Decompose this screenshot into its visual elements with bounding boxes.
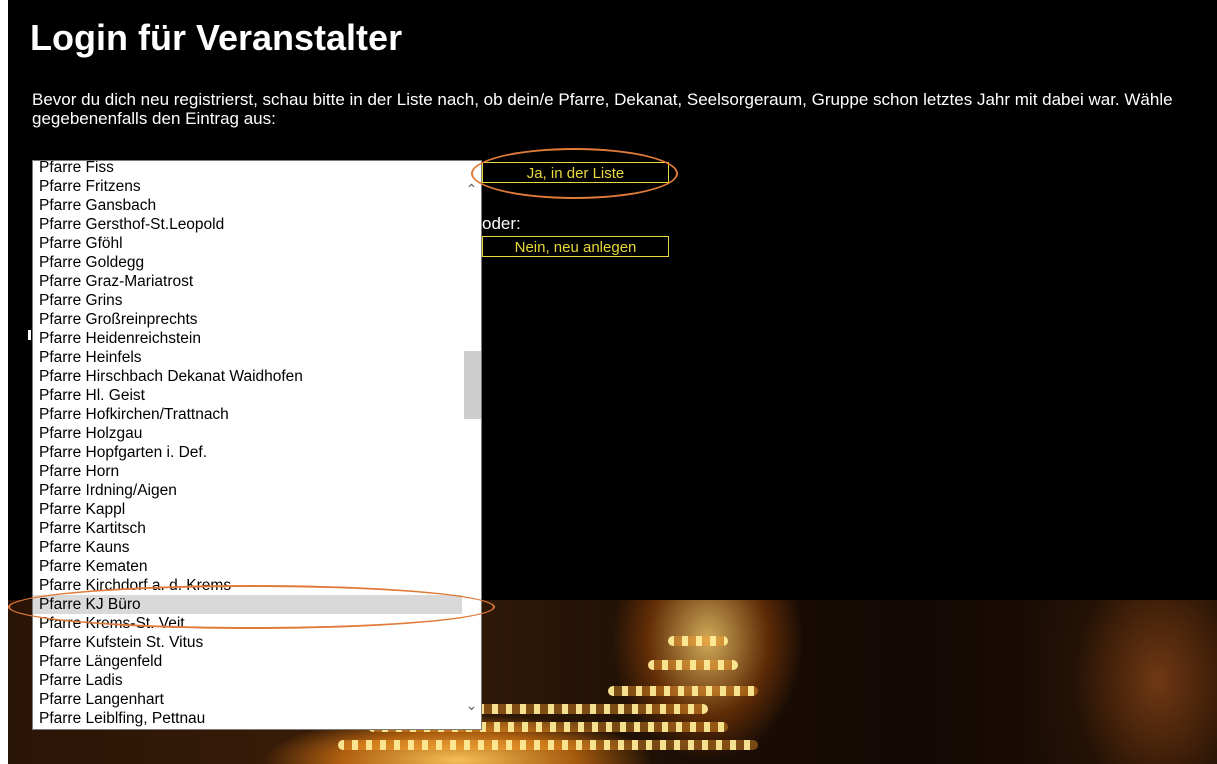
list-item[interactable]: Pfarre Langenhart — [33, 690, 463, 709]
list-item[interactable]: Pfarre Kappl — [33, 500, 463, 519]
stray-mark — [28, 330, 31, 340]
list-item[interactable]: Pfarre Hirschbach Dekanat Waidhofen — [33, 367, 463, 386]
list-item[interactable]: Pfarre Kufstein St. Vitus — [33, 633, 463, 652]
page-background: Login für Veranstalter Bevor du dich neu… — [8, 0, 1217, 764]
list-item[interactable]: Pfarre Irdning/Aigen — [33, 481, 463, 500]
list-item[interactable]: Pfarre Grins — [33, 291, 463, 310]
list-item[interactable]: Pfarre Heidenreichstein — [33, 329, 463, 348]
or-label: oder: — [482, 214, 521, 233]
list-item[interactable]: Pfarre Kartitsch — [33, 519, 463, 538]
list-item[interactable]: Pfarre Gansbach — [33, 196, 463, 215]
list-item[interactable]: Pfarre Hl. Geist — [33, 386, 463, 405]
list-item[interactable]: Pfarre Hofkirchen/Trattnach — [33, 405, 463, 424]
organizer-listbox[interactable]: Pfarre Fiss Pfarre Fritzens Pfarre Gansbac… — [32, 160, 482, 730]
list-item[interactable]: Pfarre Fritzens — [33, 177, 463, 196]
list-item[interactable]: Pfarre Ladis — [33, 671, 463, 690]
page-title: Login für Veranstalter — [30, 17, 403, 58]
no-create-new-button[interactable]: Nein, neu anlegen — [482, 236, 669, 257]
intro-text: Bevor du dich neu registrierst, schau bi… — [32, 90, 1173, 128]
list-item[interactable]: Pfarre Goldegg — [33, 253, 463, 272]
list-item[interactable]: Pfarre Großreinprechts — [33, 310, 463, 329]
scroll-thumb[interactable] — [464, 351, 481, 419]
list-scrollbar[interactable]: ⌃ ⌄ — [462, 161, 481, 729]
list-item[interactable]: Pfarre Leiblfing, Pettnau — [33, 709, 463, 728]
list-item[interactable]: Pfarre Heinfels — [33, 348, 463, 367]
annotation-circle-selected-item — [8, 585, 495, 629]
list-item[interactable]: Pfarre Gersthof-St.Leopold — [33, 215, 463, 234]
list-item[interactable]: Pfarre Fiss — [33, 161, 463, 177]
list-items: Pfarre Fiss Pfarre Fritzens Pfarre Gansbac… — [33, 161, 463, 728]
chevron-down-icon[interactable]: ⌄ — [462, 695, 481, 715]
list-item[interactable]: Pfarre Graz-Mariatrost — [33, 272, 463, 291]
list-item[interactable]: Pfarre Längenfeld — [33, 652, 463, 671]
list-item[interactable]: Pfarre Horn — [33, 462, 463, 481]
list-item[interactable]: Pfarre Gföhl — [33, 234, 463, 253]
list-item[interactable]: Pfarre Holzgau — [33, 424, 463, 443]
list-item[interactable]: Pfarre Kematen — [33, 557, 463, 576]
list-item[interactable]: Pfarre Kauns — [33, 538, 463, 557]
annotation-circle-yes-button — [471, 148, 678, 199]
list-item[interactable]: Pfarre Hopfgarten i. Def. — [33, 443, 463, 462]
